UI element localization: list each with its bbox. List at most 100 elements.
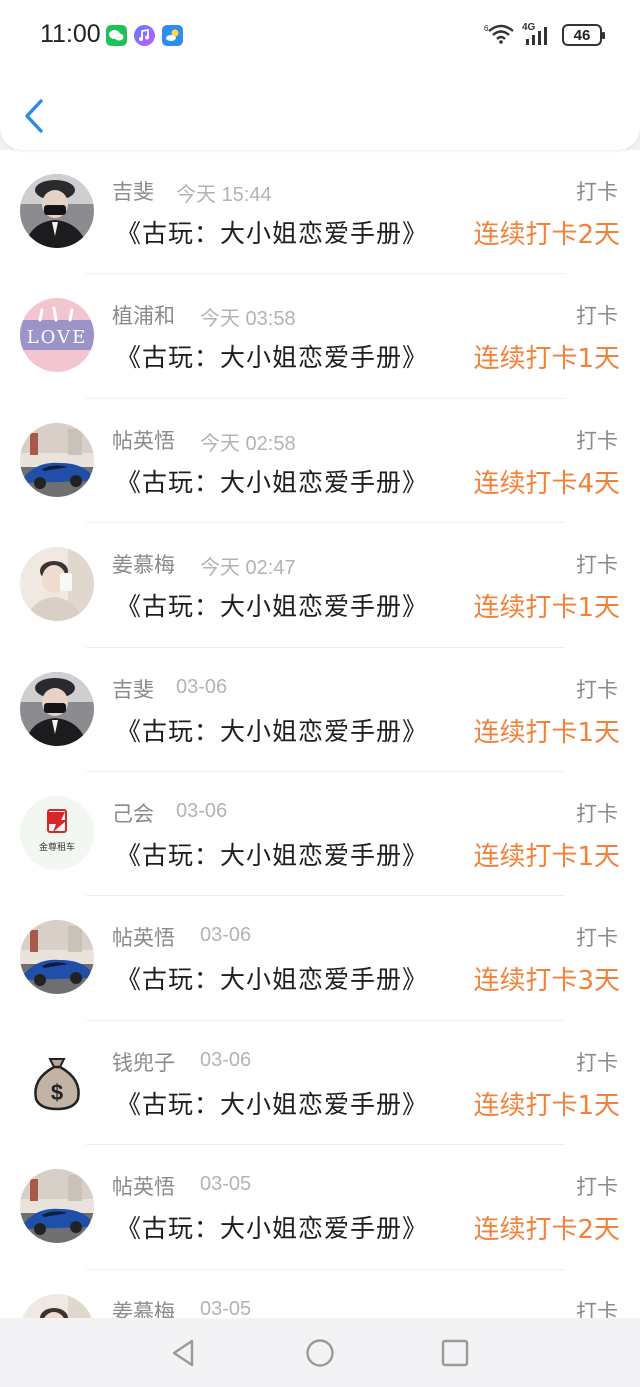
feed-row[interactable]: 姜慕梅 今天 02:47 打卡 《古玩：大小姐恋爱手册》 连续打卡1天 xyxy=(0,523,640,648)
back-button[interactable] xyxy=(20,96,54,136)
post-time: 03-05 xyxy=(200,1173,252,1196)
streak-label: 连续打卡1天 xyxy=(473,1090,620,1121)
user-name[interactable]: 己会 xyxy=(112,798,154,828)
avatar[interactable]: 金尊租车 xyxy=(20,795,94,870)
user-name[interactable]: 吉斐 xyxy=(112,674,154,704)
streak-label: 连续打卡2天 xyxy=(473,220,620,250)
car-rental-logo-icon xyxy=(20,795,94,870)
battery-indicator: 46 xyxy=(562,24,605,46)
checkin-tag: 打卡 xyxy=(576,428,618,453)
music-icon xyxy=(134,25,155,46)
checkin-tag: 打卡 xyxy=(576,677,618,702)
post-time: 03-06 xyxy=(200,1048,252,1071)
avatar[interactable] xyxy=(20,1169,94,1244)
svg-text:6: 6 xyxy=(484,24,489,33)
post-time: 03-06 xyxy=(176,675,228,698)
book-title[interactable]: 《古玩：大小姐恋爱手册》 xyxy=(116,960,428,996)
user-name[interactable]: 帖英悟 xyxy=(112,425,175,455)
post-time: 03-06 xyxy=(200,924,252,947)
svg-text:LOVE: LOVE xyxy=(27,327,88,348)
system-nav-bar xyxy=(0,1318,640,1387)
svg-text:$: $ xyxy=(51,1080,63,1105)
avatar[interactable] xyxy=(20,174,94,248)
book-title[interactable]: 《古玩：大小姐恋爱手册》 xyxy=(116,463,428,499)
book-title[interactable]: 《古玩：大小姐恋爱手册》 xyxy=(116,338,428,374)
recents-square-icon xyxy=(441,1339,469,1367)
user-name[interactable]: 植浦和 xyxy=(112,300,175,330)
avatar[interactable]: LOVE xyxy=(20,298,94,373)
streak-label: 连续打卡3天 xyxy=(473,966,620,997)
avatar[interactable] xyxy=(20,547,94,622)
checkin-tag: 打卡 xyxy=(576,926,618,951)
feed-row[interactable]: 吉斐 03-06 打卡 《古玩：大小姐恋爱手册》 连续打卡1天 xyxy=(0,648,640,772)
nav-recents-button[interactable] xyxy=(438,1336,472,1370)
streak-label: 连续打卡1天 xyxy=(473,717,620,748)
money-bag-icon: $ xyxy=(20,1044,94,1119)
book-title[interactable]: 《古玩：大小姐恋爱手册》 xyxy=(116,1085,428,1121)
post-time: 03-05 xyxy=(200,1297,252,1320)
user-name[interactable]: 姜慕梅 xyxy=(112,549,175,579)
avatar[interactable] xyxy=(20,1293,94,1320)
feed-row[interactable]: LOVE 植浦和 今天 03:58 打卡 《古玩：大小姐恋爱手册》 连续打卡1天 xyxy=(0,274,640,399)
post-time: 03-06 xyxy=(176,799,228,822)
checkin-tag: 打卡 xyxy=(576,304,618,329)
avatar[interactable] xyxy=(20,422,94,497)
feed-row[interactable]: 帖英悟 今天 02:58 打卡 《古玩：大小姐恋爱手册》 连续打卡4天 xyxy=(0,399,640,524)
streak-label: 连续打卡1天 xyxy=(473,344,620,375)
person-avatar-icon xyxy=(20,1293,94,1320)
book-title[interactable]: 《古玩：大小姐恋爱手册》 xyxy=(116,1209,428,1245)
wechat-icon xyxy=(106,25,127,46)
chevron-left-icon xyxy=(25,99,43,133)
streak-label: 连续打卡1天 xyxy=(473,841,620,872)
cellular-signal-icon: 4G xyxy=(522,22,554,46)
car-rental-logo-text: 金尊租车 xyxy=(38,842,75,853)
checkin-tag: 打卡 xyxy=(576,1175,618,1200)
book-title[interactable]: 《古玩：大小姐恋爱手册》 xyxy=(116,214,428,250)
feed-row[interactable]: $ 钱兜子 03-06 打卡 《古玩：大小姐恋爱手册》 连续打卡1天 xyxy=(0,1021,640,1146)
avatar[interactable] xyxy=(20,671,94,746)
feed-row[interactable]: 姜慕梅 03-05 打卡 xyxy=(0,1270,640,1320)
streak-label: 连续打卡1天 xyxy=(473,593,620,624)
feed-row[interactable]: 帖英悟 03-06 打卡 《古玩：大小姐恋爱手册》 连续打卡3天 xyxy=(0,896,640,1021)
post-time: 今天 03:58 xyxy=(200,308,296,331)
avatar[interactable]: $ xyxy=(20,1044,94,1119)
book-title[interactable]: 《古玩：大小姐恋爱手册》 xyxy=(116,587,428,623)
user-name[interactable]: 帖英悟 xyxy=(112,1171,175,1201)
checkin-feed: 吉斐 今天 15:44 打卡 《古玩：大小姐恋爱手册》 连续打卡2天 LOVE … xyxy=(0,150,640,1320)
person-avatar-icon xyxy=(20,174,94,248)
post-time: 今天 02:47 xyxy=(200,557,296,580)
back-triangle-icon xyxy=(172,1339,194,1367)
checkin-tag: 打卡 xyxy=(576,1050,618,1075)
checkin-tag: 打卡 xyxy=(576,1299,618,1320)
home-circle-icon xyxy=(306,1339,334,1367)
nav-back-button[interactable] xyxy=(166,1336,200,1370)
top-bar: 11:00 6 4G 46 xyxy=(0,0,640,150)
nav-home-button[interactable] xyxy=(303,1336,337,1370)
blue-car-icon xyxy=(20,1169,94,1244)
checkin-tag: 打卡 xyxy=(576,553,618,578)
user-name[interactable]: 姜慕梅 xyxy=(112,1296,175,1320)
feed-row[interactable]: 金尊租车 己会 03-06 打卡 《古玩：大小姐恋爱手册》 连续打卡1天 xyxy=(0,772,640,897)
checkin-tag: 打卡 xyxy=(576,801,618,826)
user-name[interactable]: 钱兜子 xyxy=(112,1047,175,1077)
post-time: 今天 15:44 xyxy=(176,184,272,206)
post-time: 今天 02:58 xyxy=(200,432,296,455)
streak-label: 连续打卡4天 xyxy=(473,468,620,499)
status-bar: 11:00 6 4G 46 xyxy=(0,0,640,70)
book-title[interactable]: 《古玩：大小姐恋爱手册》 xyxy=(116,712,428,748)
love-hands-icon: LOVE xyxy=(20,298,94,373)
person-avatar-icon xyxy=(20,671,94,746)
status-time: 11:00 xyxy=(40,20,101,48)
blue-car-icon xyxy=(20,422,94,497)
book-title[interactable]: 《古玩：大小姐恋爱手册》 xyxy=(116,836,428,872)
user-name[interactable]: 帖英悟 xyxy=(112,922,175,952)
feed-row[interactable]: 帖英悟 03-05 打卡 《古玩：大小姐恋爱手册》 连续打卡2天 xyxy=(0,1145,640,1270)
checkin-tag: 打卡 xyxy=(576,180,618,204)
wifi-icon: 6 xyxy=(484,22,514,48)
streak-label: 连续打卡2天 xyxy=(473,1215,620,1246)
feed-row[interactable]: 吉斐 今天 15:44 打卡 《古玩：大小姐恋爱手册》 连续打卡2天 xyxy=(0,150,640,275)
status-right: 6 4G 46 xyxy=(484,22,605,48)
user-name[interactable]: 吉斐 xyxy=(112,176,154,206)
weather-icon xyxy=(162,25,183,46)
avatar[interactable] xyxy=(20,920,94,995)
